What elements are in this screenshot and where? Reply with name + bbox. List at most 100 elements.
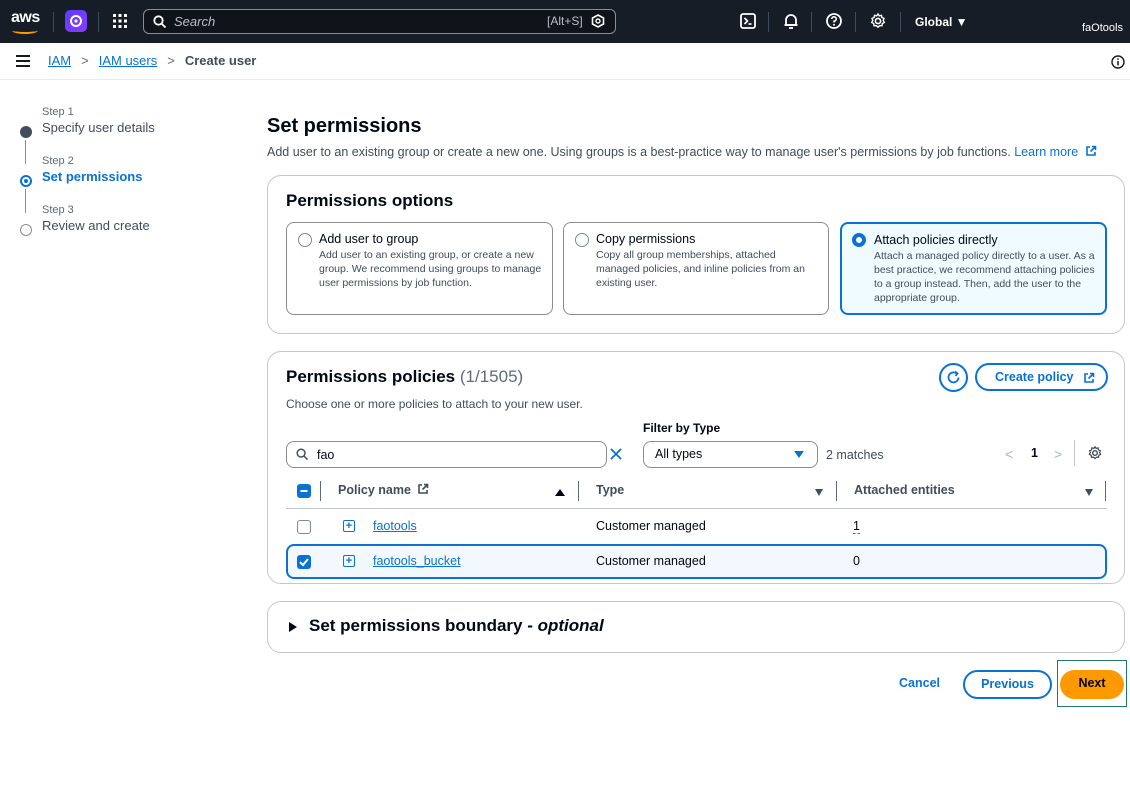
policies-description: Choose one or more policies to attach to… — [286, 397, 583, 411]
create-policy-label: Create policy — [995, 370, 1074, 384]
app-badge-icon[interactable] — [65, 10, 87, 32]
pager-divider — [1074, 440, 1075, 466]
column-header-type[interactable]: Type — [596, 483, 624, 497]
expand-row-icon[interactable]: + — [343, 555, 355, 567]
current-page[interactable]: 1 — [1031, 446, 1038, 460]
table-preferences-gear-icon[interactable] — [1087, 445, 1103, 461]
type-filter-value: All types — [655, 447, 703, 461]
nav-divider — [900, 12, 901, 32]
previous-button[interactable]: Previous — [963, 670, 1052, 699]
option-description: Attach a managed policy directly to a us… — [874, 250, 1095, 304]
option-add-user-to-group[interactable]: Add user to group Add user to an existin… — [286, 222, 553, 315]
permissions-boundary-title[interactable]: Set permissions boundary - optional — [309, 616, 604, 636]
radio-button-selected[interactable] — [852, 233, 866, 247]
clear-icon[interactable] — [609, 447, 623, 461]
option-copy-permissions[interactable]: Copy permissions Copy all group membersh… — [563, 222, 829, 315]
step-number: Step 3 — [42, 204, 74, 216]
column-header-attached-entities[interactable]: Attached entities — [854, 483, 955, 497]
column-header-policy-name[interactable]: Policy name — [338, 483, 429, 497]
checkmark-icon — [299, 558, 309, 567]
create-policy-button[interactable]: Create policy — [975, 363, 1108, 391]
learn-more-link[interactable]: Learn more — [1014, 145, 1096, 159]
nav-divider — [53, 12, 54, 32]
option-title: Attach policies directly — [874, 233, 998, 247]
permissions-boundary-section[interactable]: Set permissions boundary - optional — [267, 601, 1125, 653]
option-description: Add user to an existing group, or create… — [319, 249, 542, 289]
radio-button[interactable] — [575, 233, 589, 247]
sort-icon[interactable] — [815, 489, 823, 496]
boundary-title-text: Set permissions boundary - — [309, 616, 538, 635]
select-all-checkbox[interactable] — [297, 484, 311, 498]
table-row-selected[interactable]: + faotools_bucket Customer managed 0 — [286, 544, 1107, 579]
page-description-text: Add user to an existing group or create … — [267, 145, 1011, 159]
permissions-policies-title: Permissions policies (1/1505) — [286, 367, 523, 387]
breadcrumb: IAM > IAM users > Create user — [48, 53, 256, 68]
sort-icon[interactable] — [1085, 489, 1093, 496]
info-icon[interactable] — [1111, 55, 1125, 69]
page-description: Add user to an existing group or create … — [267, 145, 1097, 159]
page-title: Set permissions — [267, 115, 422, 137]
step-complete-icon — [20, 126, 32, 138]
nav-divider — [98, 12, 99, 32]
nav-divider — [768, 12, 769, 32]
column-divider — [578, 481, 579, 501]
refresh-icon — [947, 370, 960, 384]
notifications-bell-icon[interactable] — [782, 12, 800, 30]
row-checkbox-checked[interactable] — [297, 555, 311, 569]
caret-right-icon[interactable] — [289, 622, 297, 632]
step-specify-user-details[interactable]: Step 1 Specify user details — [18, 106, 238, 164]
breadcrumb-current: Create user — [184, 53, 257, 68]
learn-more-label: Learn more — [1014, 145, 1079, 159]
cancel-button[interactable]: Cancel — [899, 676, 940, 690]
settings-gear-icon[interactable] — [869, 12, 887, 30]
caret-down-icon — [794, 451, 804, 458]
account-menu[interactable]: faOtools — [1082, 22, 1123, 34]
column-divider — [836, 481, 837, 501]
search-shortcut: [Alt+S] — [547, 14, 583, 28]
option-attach-policies-directly[interactable]: Attach policies directly Attach a manage… — [840, 222, 1107, 315]
services-grid-icon[interactable] — [112, 13, 128, 29]
policy-type: Customer managed — [596, 554, 706, 568]
nav-divider — [811, 12, 812, 32]
policy-name-link[interactable]: faotools — [373, 519, 417, 533]
boundary-optional-text: optional — [537, 616, 604, 635]
region-selector[interactable]: Global ▼ — [915, 15, 968, 29]
global-search[interactable]: [Alt+S] — [143, 9, 616, 34]
next-page-icon[interactable]: > — [1054, 446, 1062, 462]
row-checkbox[interactable] — [297, 520, 311, 534]
policy-search-input[interactable] — [317, 446, 567, 463]
policy-search[interactable] — [286, 441, 622, 468]
option-title: Copy permissions — [596, 232, 696, 246]
search-icon — [296, 448, 309, 461]
refresh-button[interactable] — [939, 363, 968, 392]
attached-entities[interactable]: 1 — [853, 519, 860, 534]
sort-ascending-icon[interactable] — [555, 489, 565, 496]
type-filter-select[interactable]: All types — [643, 441, 818, 468]
amazon-q-icon[interactable] — [591, 14, 605, 28]
step-set-permissions[interactable]: Step 2 Set permissions — [18, 155, 238, 213]
menu-icon[interactable] — [16, 55, 30, 67]
column-header-label: Policy name — [338, 483, 411, 497]
cloudshell-icon[interactable] — [739, 12, 757, 30]
aws-smile-icon — [12, 27, 38, 34]
step-number: Step 2 — [42, 155, 74, 167]
next-button[interactable]: Next — [1060, 670, 1124, 699]
help-icon[interactable] — [825, 12, 843, 30]
external-link-icon — [1084, 372, 1095, 383]
chevron-right-icon: > — [167, 53, 175, 68]
step-title: Review and create — [42, 218, 150, 233]
chevron-right-icon: > — [81, 53, 89, 68]
attached-entities: 0 — [853, 554, 860, 568]
policy-name-link[interactable]: faotools_bucket — [373, 554, 461, 568]
step-title: Specify user details — [42, 120, 155, 135]
global-search-input[interactable] — [174, 13, 534, 30]
top-navigation: aws [Alt+S] Global ▼ faOtools — [0, 0, 1130, 43]
column-divider — [1105, 481, 1106, 501]
aws-logo[interactable]: aws — [11, 9, 41, 34]
breadcrumb-iam-users[interactable]: IAM users — [99, 53, 158, 68]
expand-row-icon[interactable]: + — [343, 520, 355, 532]
radio-button[interactable] — [298, 233, 312, 247]
table-row[interactable]: + faotools Customer managed 1 — [286, 509, 1107, 544]
breadcrumb-iam[interactable]: IAM — [48, 53, 71, 68]
previous-page-icon[interactable]: < — [1005, 446, 1013, 462]
